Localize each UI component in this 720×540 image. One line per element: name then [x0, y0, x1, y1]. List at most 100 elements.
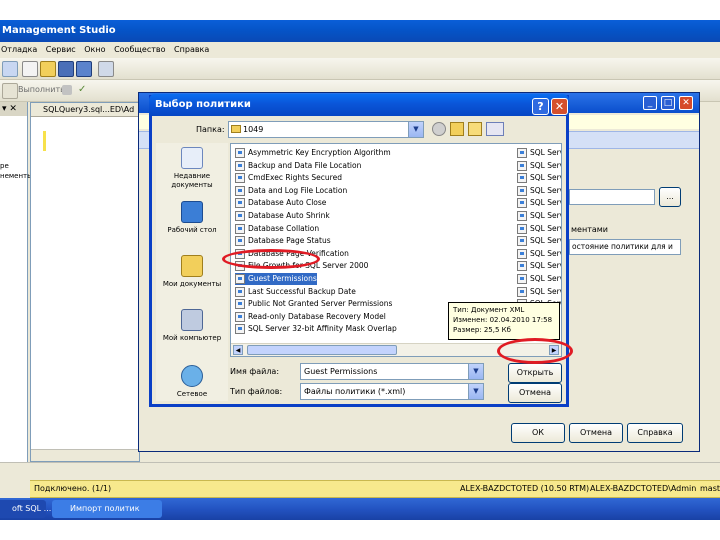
- list-item[interactable]: Public Not Granted Server Permissions: [235, 298, 392, 310]
- menu-debug[interactable]: Отладка: [0, 42, 42, 58]
- xml-file-icon: [235, 160, 245, 171]
- up-folder-icon[interactable]: [450, 122, 464, 136]
- menu-community[interactable]: Сообщество: [113, 42, 170, 58]
- open-button[interactable]: Открыть: [508, 363, 562, 383]
- taskbar-item-ssms[interactable]: oft SQL ...: [0, 500, 51, 518]
- dialog-close-icon[interactable]: ✕: [551, 98, 568, 115]
- open-folder-icon[interactable]: [40, 61, 56, 77]
- back-icon[interactable]: [432, 122, 446, 136]
- highlight-ring-open: [497, 338, 573, 364]
- browse-button[interactable]: ...: [659, 187, 681, 207]
- list-item[interactable]: SQL Serve: [517, 185, 561, 197]
- editor-horizontal-scrollbar[interactable]: [31, 449, 139, 461]
- taskbar: oft SQL ... Импорт политик: [0, 498, 720, 520]
- list-item[interactable]: Data and Log File Location: [235, 185, 347, 197]
- place-my-computer[interactable]: Мой компьютер: [156, 309, 228, 343]
- list-item[interactable]: SQL Serve: [517, 160, 561, 172]
- chevron-down-icon[interactable]: ▼: [408, 122, 423, 137]
- close-icon[interactable]: ✕: [679, 96, 693, 110]
- new-file-icon[interactable]: [22, 61, 38, 77]
- scroll-left-icon[interactable]: ◀: [233, 345, 243, 355]
- pane-header-icons[interactable]: ▾ ✕: [0, 102, 27, 116]
- look-in-combo[interactable]: 1049 ▼: [228, 121, 424, 138]
- list-item[interactable]: Database Page Status: [235, 235, 331, 247]
- list-item[interactable]: SQL Server 32-bit Affinity Mask Overlap: [235, 323, 397, 335]
- xml-file-icon: [235, 223, 245, 234]
- xml-file-icon: [235, 198, 245, 209]
- list-item[interactable]: Database Auto Shrink: [235, 210, 330, 222]
- chevron-down-icon[interactable]: ▼: [468, 364, 483, 379]
- list-item[interactable]: SQL Serve: [517, 147, 561, 159]
- place-desktop[interactable]: Рабочий стол: [156, 201, 228, 235]
- bg-cancel-button[interactable]: Отмена: [569, 423, 623, 443]
- new-folder-icon[interactable]: [468, 122, 482, 136]
- list-item-selected[interactable]: Guest Permissions: [235, 273, 317, 285]
- parse-check-icon[interactable]: ✓: [78, 85, 90, 95]
- list-item[interactable]: Database Auto Close: [235, 197, 326, 209]
- status-server: ALEX-BAZDCTOTED (10.50 RTM): [460, 484, 590, 493]
- new-query-icon[interactable]: [2, 61, 18, 77]
- place-recent[interactable]: Недавние документы: [156, 147, 228, 190]
- filename-label: Имя файла:: [230, 367, 280, 376]
- list-item[interactable]: SQL Serve: [517, 210, 561, 222]
- ok-button[interactable]: ОК: [511, 423, 565, 443]
- taskbar-item-import[interactable]: Импорт политик: [52, 500, 162, 518]
- help-button[interactable]: Справка: [627, 423, 683, 443]
- maximize-icon[interactable]: □: [661, 96, 675, 110]
- filetype-combo[interactable]: Файлы политики (*.xml) ▼: [300, 383, 484, 400]
- chevron-down-icon[interactable]: ▼: [468, 384, 483, 399]
- filename-combo[interactable]: Guest Permissions ▼: [300, 363, 484, 380]
- query-editor[interactable]: SQLQuery3.sql...ED\Ad: [30, 102, 140, 462]
- save-icon[interactable]: [58, 61, 74, 77]
- list-item[interactable]: Asymmetric Key Encryption Algorithm: [235, 147, 391, 159]
- list-item[interactable]: SQL Serve: [517, 235, 561, 247]
- select-policy-dialog: Выбор политики ? ✕ Папка: 1049 ▼ Недавни…: [149, 94, 569, 407]
- list-item[interactable]: CmdExec Rights Secured: [235, 172, 342, 184]
- list-item[interactable]: SQL Serve: [517, 286, 561, 298]
- look-in-label: Папка:: [196, 125, 225, 134]
- policy-state-dropdown[interactable]: остояние политики для и: [569, 239, 681, 255]
- select-policy-titlebar: Выбор политики: [149, 94, 569, 116]
- place-desktop-label: Рабочий стол: [167, 226, 217, 234]
- stop-icon[interactable]: [62, 85, 72, 95]
- xml-file-icon: [517, 198, 527, 209]
- place-network-label: Сетевое: [176, 390, 208, 398]
- tooltip-size: Размер: 25,5 Кб: [453, 326, 511, 334]
- menu-help[interactable]: Справка: [173, 42, 214, 58]
- place-network[interactable]: Сетевое: [156, 365, 228, 399]
- scrollbar-thumb[interactable]: [247, 345, 397, 355]
- list-item[interactable]: SQL Serve: [517, 260, 561, 272]
- files-to-import-field[interactable]: [569, 189, 655, 205]
- folder-icon: [231, 125, 241, 133]
- list-item[interactable]: SQL Serve: [517, 172, 561, 184]
- help-question-icon[interactable]: ?: [532, 98, 549, 115]
- execute-button[interactable]: Выполнить: [18, 85, 65, 94]
- list-item[interactable]: SQL Serve: [517, 273, 561, 285]
- list-item[interactable]: Last Successful Backup Date: [235, 286, 356, 298]
- database-dropdown-icon[interactable]: [2, 83, 18, 99]
- list-item[interactable]: Read-only Database Recovery Model: [235, 311, 386, 323]
- xml-file-icon: [235, 211, 245, 221]
- activity-monitor-icon[interactable]: [98, 61, 114, 77]
- list-item[interactable]: Database Collation: [235, 223, 319, 235]
- xml-file-icon: [517, 223, 527, 234]
- xml-file-icon: [517, 148, 527, 158]
- places-bar: Недавние документы Рабочий стол Мои доку…: [156, 143, 228, 401]
- editor-tab[interactable]: SQLQuery3.sql...ED\Ad: [31, 103, 139, 117]
- xml-file-icon: [517, 286, 527, 297]
- minimize-icon[interactable]: _: [643, 96, 657, 110]
- place-my-computer-label: Мой компьютер: [162, 334, 222, 342]
- status-connected: Подключено. (1/1): [34, 484, 112, 493]
- my-documents-icon: [181, 255, 203, 277]
- menu-window[interactable]: Окно: [83, 42, 110, 58]
- save-all-icon[interactable]: [76, 61, 92, 77]
- view-menu-icon[interactable]: [486, 122, 504, 136]
- cancel-button[interactable]: Отмена: [508, 383, 562, 403]
- list-item[interactable]: SQL Serve: [517, 223, 561, 235]
- xml-file-icon: [235, 236, 245, 247]
- list-item[interactable]: SQL Serve: [517, 248, 561, 260]
- menu-tools[interactable]: Сервис: [45, 42, 81, 58]
- list-item[interactable]: SQL Serve: [517, 197, 561, 209]
- list-item[interactable]: Backup and Data File Location: [235, 160, 361, 172]
- place-my-documents[interactable]: Мои документы: [156, 255, 228, 289]
